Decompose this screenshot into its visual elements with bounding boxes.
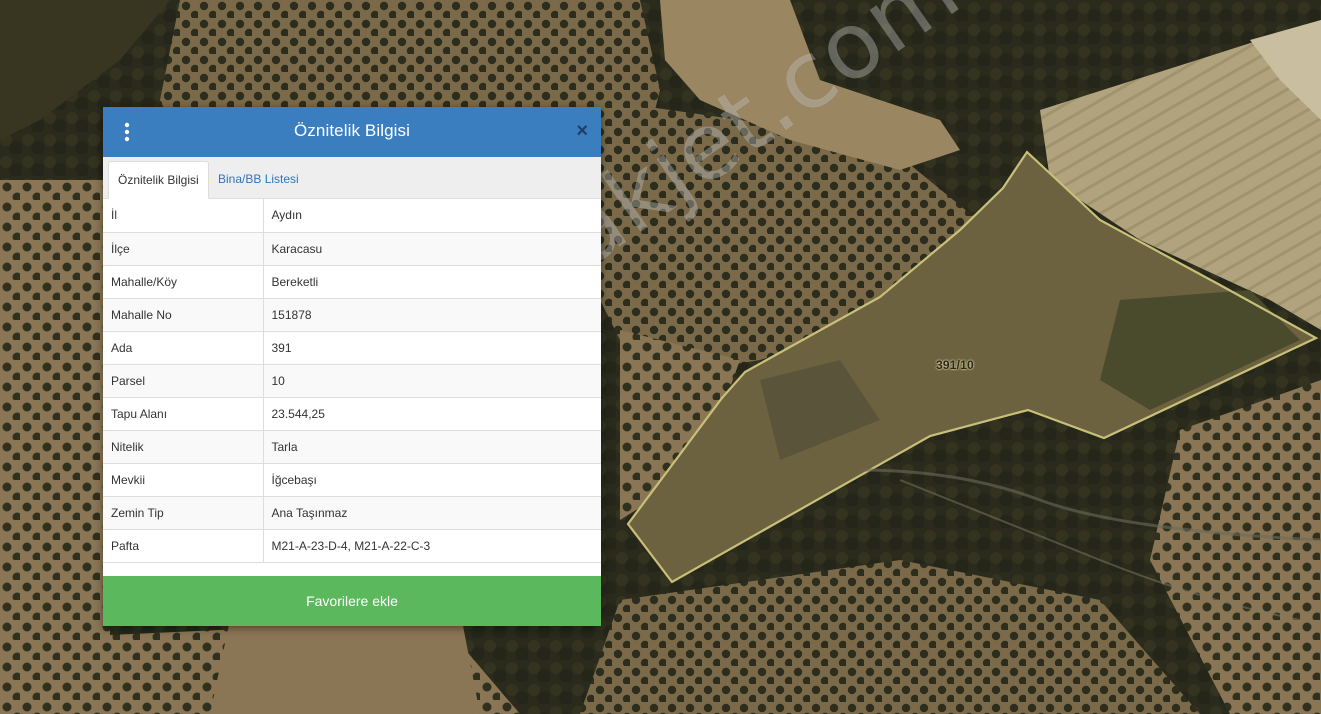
row-key-zemin-tip: Zemin Tip <box>103 496 264 530</box>
row-key-ada: Ada <box>103 331 264 365</box>
attribute-table: İl Aydın İlçe Karacasu Mahalle/Köy Berek… <box>103 199 601 563</box>
row-key-mahalle-no: Mahalle No <box>103 298 264 332</box>
row-value-pafta: M21-A-23-D-4, M21-A-22-C-3 <box>263 529 601 563</box>
row-value-ilce: Karacasu <box>263 232 601 266</box>
row-key-mahalle-koy: Mahalle/Köy <box>103 265 264 299</box>
table-row: Mahalle No 151878 <box>103 298 601 332</box>
row-key-ilce: İlçe <box>103 232 264 266</box>
table-row: Ada 391 <box>103 331 601 365</box>
add-to-favorites-button[interactable]: Favorilere ekle <box>103 576 601 626</box>
row-key-parsel: Parsel <box>103 364 264 398</box>
table-row: Pafta M21-A-23-D-4, M21-A-22-C-3 <box>103 529 601 563</box>
row-key-nitelik: Nitelik <box>103 430 264 464</box>
table-row: Parsel 10 <box>103 364 601 398</box>
table-row: Nitelik Tarla <box>103 430 601 464</box>
row-key-mevkii: Mevkii <box>103 463 264 497</box>
tab-attribute-info[interactable]: Öznitelik Bilgisi <box>108 161 209 199</box>
row-value-parsel: 10 <box>263 364 601 398</box>
attribute-info-panel: Öznitelik Bilgisi × Öznitelik Bilgisi Bi… <box>103 107 601 626</box>
close-icon[interactable]: × <box>576 121 588 141</box>
row-key-il: İl <box>103 199 264 233</box>
table-row: Zemin Tip Ana Taşınmaz <box>103 496 601 530</box>
table-row: İlçe Karacasu <box>103 232 601 266</box>
parcel-number-label[interactable]: 391/10 <box>936 358 974 372</box>
row-value-mevkii: İğcebaşı <box>263 463 601 497</box>
row-value-zemin-tip: Ana Taşınmaz <box>263 496 601 530</box>
row-value-nitelik: Tarla <box>263 430 601 464</box>
tab-building-list[interactable]: Bina/BB Listesi <box>209 161 308 199</box>
tab-bar: Öznitelik Bilgisi Bina/BB Listesi <box>103 157 601 199</box>
row-value-tapu-alani: 23.544,25 <box>263 397 601 431</box>
table-row: Mahalle/Köy Bereketli <box>103 265 601 299</box>
table-row: Tapu Alanı 23.544,25 <box>103 397 601 431</box>
row-value-mahalle-koy: Bereketli <box>263 265 601 299</box>
panel-header: Öznitelik Bilgisi × <box>103 107 601 157</box>
row-key-tapu-alani: Tapu Alanı <box>103 397 264 431</box>
row-value-il: Aydın <box>263 199 601 233</box>
table-row: Mevkii İğcebaşı <box>103 463 601 497</box>
row-value-mahalle-no: 151878 <box>263 298 601 332</box>
panel-title: Öznitelik Bilgisi <box>293 121 410 140</box>
table-row: İl Aydın <box>103 199 601 233</box>
satellite-map[interactable]: 391/10 emlakjet.com Öznitelik Bilgisi × … <box>0 0 1321 714</box>
row-value-ada: 391 <box>263 331 601 365</box>
row-key-pafta: Pafta <box>103 529 264 563</box>
